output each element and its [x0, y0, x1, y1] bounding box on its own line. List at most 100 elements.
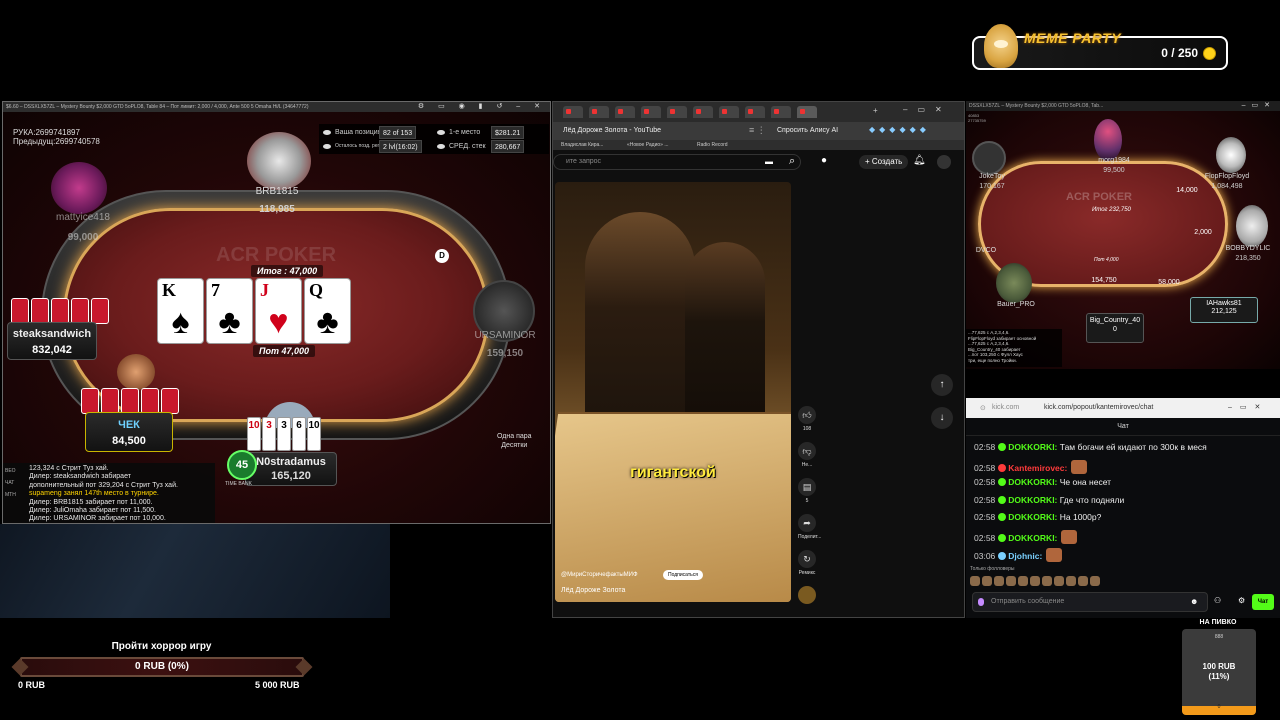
browser-tab[interactable] [693, 106, 713, 118]
emote-strip[interactable] [970, 576, 1100, 588]
youtube-header: ите запрос ▬ ⌕ ● + Создать 🔔︎ [553, 150, 964, 174]
eye-icon[interactable] [437, 126, 445, 139]
chat-message[interactable]: 02:58 DOKKORKI: [974, 530, 1078, 544]
search-input[interactable]: ите запрос [553, 154, 801, 170]
card-back [161, 388, 179, 414]
bell-icon[interactable]: 🔔︎ [913, 155, 926, 166]
bookmark[interactable]: Radio Record [697, 142, 728, 148]
tab-chat[interactable]: ЧАТ [5, 477, 25, 489]
tab-info[interactable]: ВЕО [5, 465, 25, 477]
player-name: FlopFlopFloyd [1204, 173, 1250, 180]
url-path[interactable]: kick.com/popout/kantemirovec/chat [1044, 404, 1153, 411]
chat-message-input[interactable]: Отправить сообщение [972, 592, 1208, 612]
previous-video-button[interactable]: ↑ [931, 374, 953, 396]
message-username[interactable]: DOKKORKI: [1008, 442, 1057, 452]
like-button[interactable]: 👍︎ 108 [798, 406, 816, 432]
gear-icon[interactable]: ⚙ [1238, 596, 1245, 605]
eye-icon[interactable] [437, 140, 445, 153]
chat-message[interactable]: 02:58 DOKKORKI: Где что подняли [974, 495, 1124, 505]
bookmark[interactable]: «Новое Радио» ... [627, 142, 669, 148]
player-name: JokeToy [979, 173, 1005, 180]
send-button[interactable]: Чат [1252, 594, 1274, 610]
emote-icon [1006, 576, 1016, 586]
eye-icon[interactable] [323, 126, 331, 139]
browser-tab[interactable] [615, 106, 635, 118]
browser-tab[interactable] [563, 106, 583, 118]
browser-tab[interactable] [771, 106, 791, 118]
points-icon[interactable]: ⚇ [1214, 596, 1221, 605]
next-video-button[interactable]: ↓ [931, 407, 953, 429]
comment-icon: ▤ [798, 478, 816, 496]
message-username[interactable]: Kantemirovec: [1008, 463, 1067, 473]
bet-amount: 154,750 [1091, 277, 1117, 284]
popout-address-bar[interactable]: ⊙ kick.com kick.com/popout/kantemirovec/… [966, 398, 1280, 418]
browser-tab[interactable] [641, 106, 661, 118]
browser-tab[interactable] [719, 106, 739, 118]
remix-button[interactable]: ↻ Ремикс [798, 550, 816, 576]
user-badge-icon [998, 478, 1007, 487]
chat-message[interactable]: 02:58 DOKKORKI: Там богачи ей кидают по 3… [974, 442, 1207, 452]
window-controls[interactable]: –▭✕ [1228, 403, 1268, 411]
kick-chat-window: ⊙ kick.com kick.com/popout/kantemirovec/… [966, 398, 1280, 618]
emote-icon [1046, 547, 1063, 562]
user-badge-icon [998, 551, 1007, 560]
message-username[interactable]: Djohnic: [1008, 551, 1042, 561]
hand-rank: Одна пара Десятки [497, 433, 532, 449]
poker2-title-bar[interactable]: DSSXLX57ZL – Mystery Bounty $2,000 GTD 5… [966, 101, 1280, 111]
channel-name[interactable]: @МириСторичефактыМИФ [561, 572, 638, 578]
message-time: 02:58 [974, 512, 996, 523]
eye-icon[interactable] [323, 140, 331, 153]
bookmark[interactable]: Владислав Кира... [561, 142, 603, 148]
message-username[interactable]: DOKKORKI: [1008, 495, 1057, 505]
window-controls[interactable]: ⚙ ▭ ◉ ▮ ↺ – ✕ [418, 102, 546, 112]
browser-tab-strip[interactable]: + –▭✕ [553, 102, 964, 122]
extension-icons[interactable]: ◆◆◆◆◆◆ [869, 125, 930, 134]
create-button[interactable]: + Создать [859, 155, 909, 169]
comment-button[interactable]: ▤ 5 [798, 478, 816, 504]
share-button[interactable]: ➦ Поделит... [798, 514, 821, 540]
video-title[interactable]: Лёд Дороже Золота [561, 587, 625, 594]
chat-message[interactable]: 03:06 Djohnic: [974, 547, 1063, 562]
microphone-icon[interactable] [978, 598, 984, 606]
total-pot: Итог : 47,000 [251, 265, 324, 277]
browser-tab[interactable] [667, 106, 687, 118]
ask-alice-button[interactable]: Спросить Алису AI [777, 127, 838, 134]
position-label: Ваша позиция [335, 129, 382, 136]
shorts-video[interactable]: гигантской @МириСторичефактыМИФ Подписат… [555, 182, 791, 602]
search-icon[interactable]: ⌕ [789, 155, 795, 168]
window-controls[interactable]: –▭✕ [1242, 101, 1276, 111]
emote-icon [1066, 576, 1076, 586]
tab-mtn[interactable]: МТН [5, 489, 25, 501]
browser-tab[interactable] [589, 106, 609, 118]
window-controls[interactable]: –▭✕ [903, 105, 952, 114]
avatar[interactable] [937, 155, 951, 169]
dealer-chat-log[interactable]: ...77,625 с A,2,3,4,6. FlipFlopFloyd заби… [966, 329, 1062, 367]
new-tab-button[interactable]: + [873, 106, 878, 115]
microphone-icon[interactable]: ● [821, 155, 827, 166]
chat-message[interactable]: 02:58 DOKKORKI: Че она несет [974, 477, 1111, 487]
dislike-button[interactable]: 👎︎ Не... [798, 442, 816, 468]
dealer-chat-log[interactable]: ВЕО ЧАТ МТН 123,324 с Стрит Туз хай. Диле… [3, 463, 215, 523]
browser-tab-active[interactable] [797, 106, 817, 118]
message-username[interactable]: DOKKORKI: [1008, 477, 1057, 487]
time-bank-button[interactable]: 45 [227, 450, 257, 480]
menu-icon[interactable]: ≡ ⋮ [749, 125, 766, 136]
chat-message[interactable]: 02:58 DOKKORKI: На 1000р? [974, 512, 1101, 522]
player-name-left-top: mattyice418 [56, 212, 110, 223]
channel-avatar[interactable] [798, 586, 816, 606]
browser-tab[interactable] [745, 106, 765, 118]
browser-window: + –▭✕ Лёд Дороже Золота - YouTube ≡ ⋮ Сп… [552, 101, 965, 618]
chat-message[interactable]: 02:58 Kantemirovec: [974, 459, 1088, 474]
emoji-icon[interactable]: ☻ [1190, 597, 1198, 606]
board-card: 7 ♣ [206, 278, 253, 344]
prev-hand[interactable]: Предыдущ:2699740578 [13, 137, 100, 146]
chat-lines: 123,324 с Стрит Туз хай. Дилер: steaksand… [29, 465, 215, 523]
keyboard-icon[interactable]: ▬ [765, 157, 773, 166]
player-action-bottom-left: ЧЕК [118, 419, 140, 431]
poker-title-bar[interactable]: $6.60 – DSSXLX57ZL – Mystery Bounty $2,0… [3, 102, 550, 112]
message-username[interactable]: DOKKORKI: [1008, 533, 1057, 543]
address-bar[interactable]: Лёд Дороже Золота - YouTube ≡ ⋮ Спросить… [553, 122, 964, 140]
chat-tabs[interactable]: ВЕО ЧАТ МТН [5, 465, 25, 501]
subscribe-button[interactable]: Подписаться [663, 570, 703, 580]
message-username[interactable]: DOKKORKI: [1008, 512, 1057, 522]
